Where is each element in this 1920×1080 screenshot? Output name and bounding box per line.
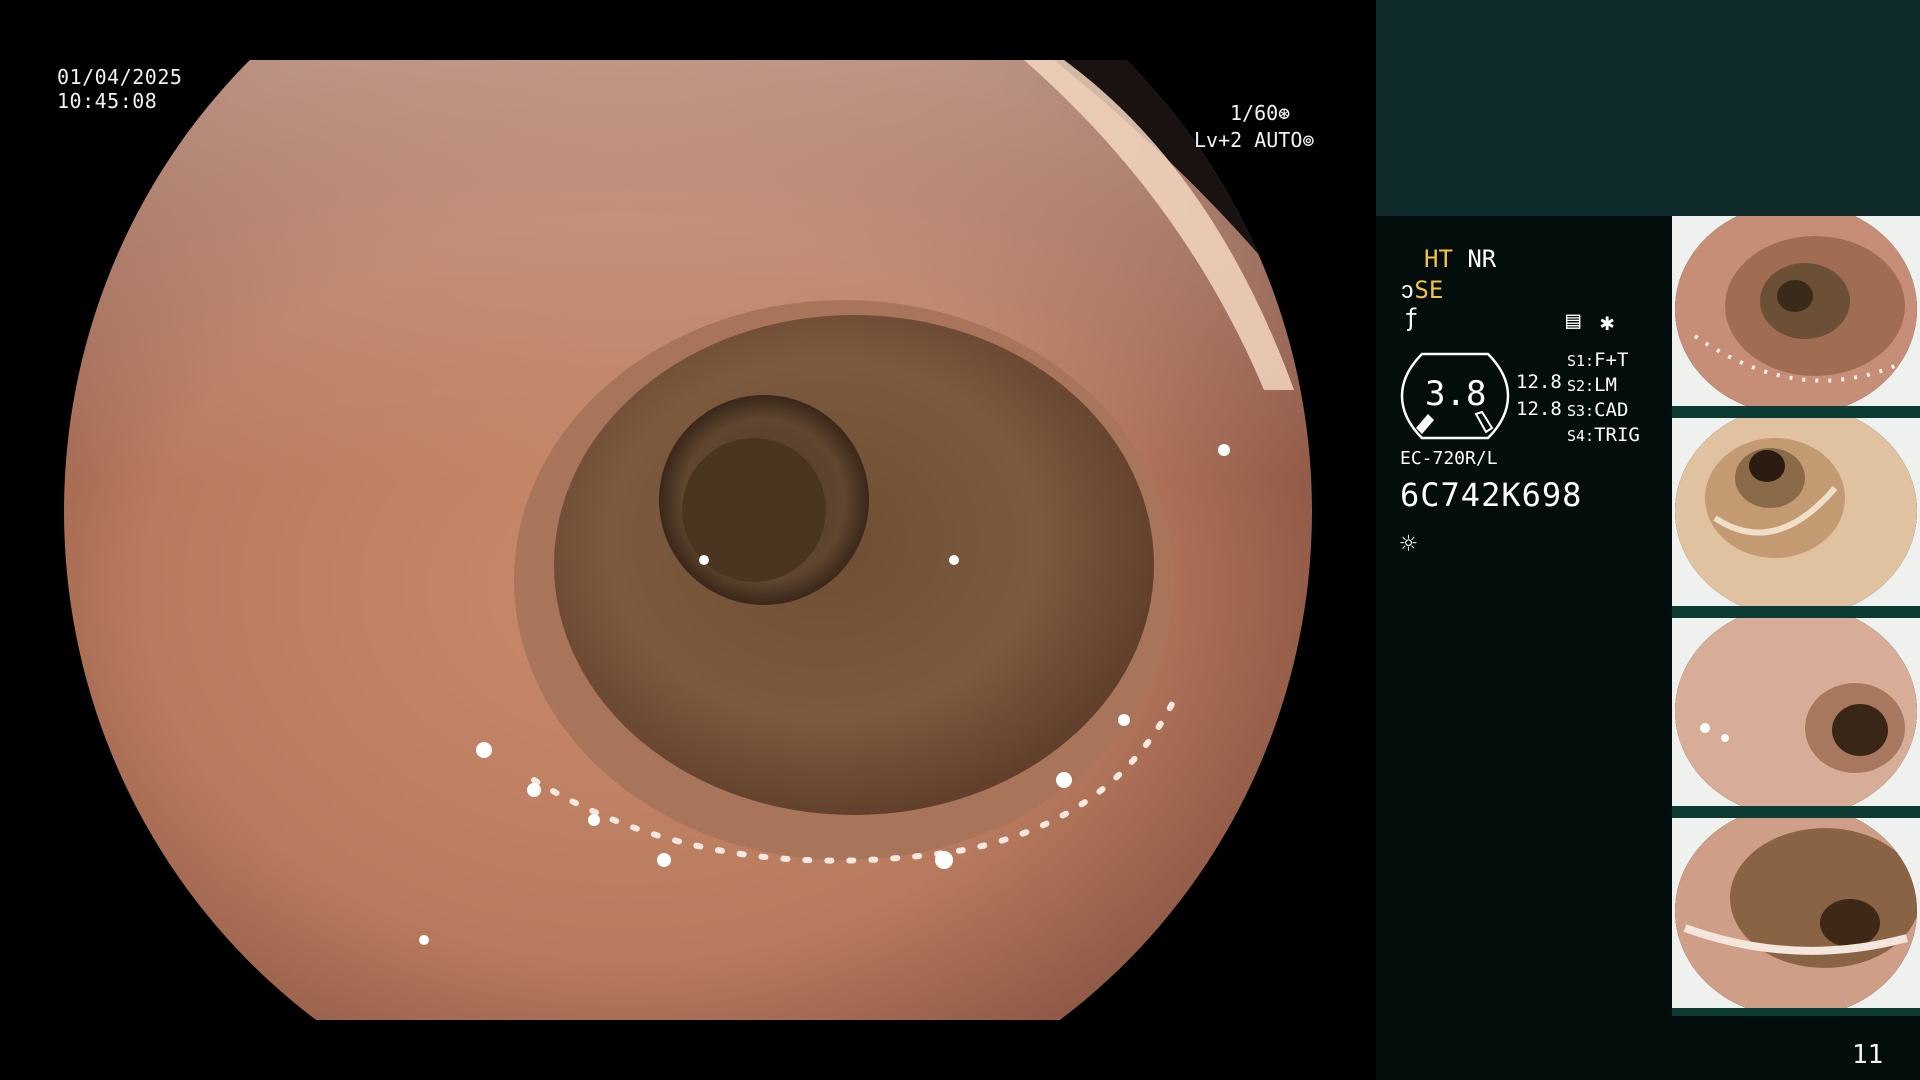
ht-indicator: HT [1424, 245, 1453, 273]
level-value: Lv+2 AUTO [1194, 128, 1303, 152]
switch-item: S4:TRIG [1567, 424, 1640, 446]
shutter-value: 1/60 [1230, 101, 1279, 125]
mode-indicators: HT NR [1424, 245, 1496, 273]
colon-lumen-image [64, 60, 1312, 1020]
switch-value: F+T [1594, 349, 1629, 371]
gauge-value-b: 12.8 [1516, 398, 1562, 420]
thumbnail-divider [1672, 406, 1920, 418]
exposure-level: Lv+2 AUTO⊚ [1194, 128, 1314, 152]
panel-header-area [1376, 0, 1920, 216]
thumbnail-divider [1672, 1008, 1920, 1016]
thumbnail-image [1675, 216, 1917, 406]
thumbnail-capture[interactable] [1672, 818, 1920, 1008]
scope-serial: 6C742K698 [1400, 476, 1583, 514]
switch-value: CAD [1594, 399, 1629, 421]
thumbnail-image [1675, 818, 1917, 1008]
endoscope-main-view [64, 60, 1312, 1020]
gauge-value: 3.8 [1425, 374, 1487, 414]
switch-key: S4: [1567, 427, 1595, 445]
shutter-speed: 1/60⊛ [1230, 101, 1290, 125]
scope-model: EC-720R/L [1400, 448, 1498, 469]
switch-item: S2:LM [1567, 374, 1617, 396]
light-icon: ☼ [1400, 527, 1417, 560]
switch-key: S2: [1567, 377, 1595, 395]
menu-icon: ▤ [1566, 306, 1581, 334]
thumbnail-capture[interactable] [1672, 618, 1920, 808]
thumbnail-divider [1672, 806, 1920, 818]
switch-key: S1: [1567, 352, 1595, 370]
f-icon: ƒ [1404, 304, 1419, 332]
switch-item: S1:F+T [1567, 349, 1628, 371]
overlay-time: 10:45:08 [57, 89, 158, 113]
overlay-date: 01/04/2025 [57, 65, 183, 89]
se-icon: ↄ [1400, 276, 1415, 304]
switch-key: S3: [1567, 402, 1595, 420]
thumbnail-divider [1672, 606, 1920, 618]
thumbnail-capture[interactable] [1672, 216, 1920, 406]
switch-item: S3:CAD [1567, 399, 1628, 421]
switch-value: LM [1594, 374, 1617, 396]
auto-icon: ⊚ [1302, 128, 1315, 152]
se-label: SE [1414, 276, 1444, 304]
thumbnail-image [1675, 618, 1917, 808]
gauge-value-a: 12.8 [1516, 371, 1562, 393]
shutter-icon: ⊛ [1278, 101, 1291, 125]
star-icon: ✱ [1600, 308, 1615, 336]
thumbnail-image [1675, 418, 1917, 608]
switch-value: TRIG [1594, 424, 1640, 446]
page-number: 11 [1852, 1040, 1884, 1070]
nr-indicator: NR [1467, 245, 1497, 273]
se-indicator: ↄSE [1400, 276, 1443, 306]
thumbnail-capture[interactable] [1672, 418, 1920, 608]
